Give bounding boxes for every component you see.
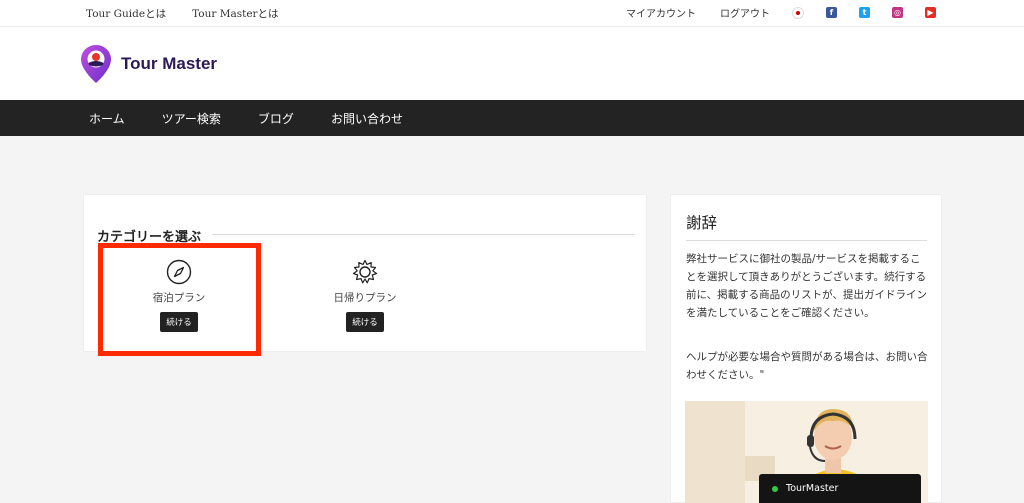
nav-item-home[interactable]: ホーム (89, 110, 125, 127)
link-tour-guide[interactable]: Tour Guideとは (86, 6, 166, 21)
instagram-icon[interactable]: ◎ (892, 7, 903, 18)
category-name: 日帰りプラン (333, 292, 397, 304)
sidebar-paragraph: 弊社サービスに御社の製品/サービスを掲載することを選択して頂きありがとうございま… (686, 253, 927, 319)
my-account-link[interactable]: マイアカウント (626, 5, 696, 20)
category-divider (212, 234, 635, 235)
twitter-icon[interactable]: t (859, 7, 870, 18)
top-left-links: Tour Guideとは Tour Masterとは (86, 6, 305, 21)
map-pin-logo-icon (81, 45, 111, 83)
top-right-links: マイアカウント ログアウト f t ◎ ▶ (602, 5, 936, 20)
chat-label: TourMaster (786, 483, 839, 494)
logout-link[interactable]: ログアウト (720, 5, 770, 20)
sidebar-divider (686, 240, 927, 241)
youtube-icon[interactable]: ▶ (925, 7, 936, 18)
nav-item-blog[interactable]: ブログ (258, 110, 294, 127)
continue-button[interactable]: 続ける (346, 312, 384, 332)
category-item-daytrip[interactable]: 日帰りプラン 続ける (290, 259, 440, 332)
selection-highlight-box (98, 243, 261, 356)
sun-icon (352, 259, 378, 284)
brand-name: Tour Master (121, 54, 218, 73)
link-tour-master[interactable]: Tour Masterとは (192, 6, 278, 21)
japan-flag-icon[interactable] (792, 6, 804, 19)
sidebar-paragraph: ヘルプが必要な場合や質問がある場合は、お問い合わせください。" (686, 351, 928, 381)
facebook-icon[interactable]: f (826, 7, 837, 18)
online-status-icon (772, 486, 778, 492)
site-logo[interactable]: Tour Master (80, 44, 217, 84)
nav-item-contact[interactable]: お問い合わせ (331, 110, 403, 127)
nav-item-tour-search[interactable]: ツアー検索 (162, 110, 221, 127)
top-bar: Tour Guideとは Tour Masterとは マイアカウント ログアウト… (0, 0, 1024, 27)
site-header: Tour Master (0, 27, 1024, 100)
sidebar-title: 謝辞 (686, 214, 718, 232)
sidebar-widget: 謝辞 弊社サービスに御社の製品/サービスを掲載することを選択して頂きありがとうご… (670, 194, 942, 503)
main-nav: ホーム ツアー検索 ブログ お問い合わせ (0, 100, 1024, 136)
live-chat-widget[interactable]: TourMaster (759, 474, 921, 503)
